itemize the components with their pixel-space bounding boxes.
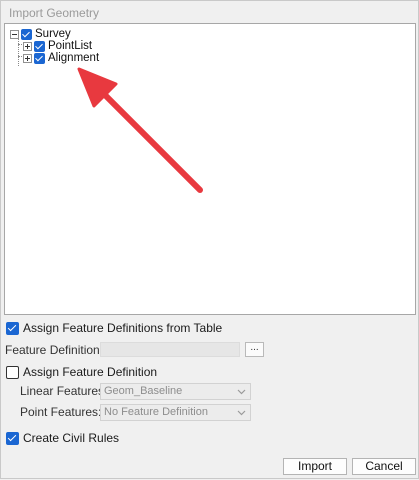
linear-features-label: Linear Features: — [20, 384, 108, 398]
assign-from-table-label: Assign Feature Definitions from Table — [23, 321, 223, 335]
browse-button[interactable]: ... — [245, 342, 264, 357]
assign-definition-label: Assign Feature Definition — [23, 365, 158, 379]
cancel-button[interactable]: Cancel — [352, 458, 416, 475]
feature-table-input[interactable] — [100, 342, 240, 357]
assign-definition-checkbox[interactable] — [6, 365, 19, 379]
chevron-down-icon — [237, 410, 246, 416]
point-features-label: Point Features: — [20, 405, 102, 419]
chevron-down-icon — [237, 389, 246, 395]
linear-features-row: Linear Features: — [20, 384, 107, 398]
linear-features-value: Geom_Baseline — [104, 385, 183, 397]
point-features-value: No Feature Definition — [104, 406, 208, 418]
assign-definition-option[interactable]: Assign Feature Definition — [6, 365, 157, 379]
point-features-row: Point Features: — [20, 405, 101, 419]
import-geometry-dialog: Import Geometry Survey PointList Alignme… — [0, 0, 419, 479]
assign-from-table-option[interactable]: Assign Feature Definitions from Table — [6, 321, 222, 335]
import-button[interactable]: Import — [283, 458, 347, 475]
point-features-select[interactable]: No Feature Definition — [100, 404, 251, 421]
civil-rules-option[interactable]: Create Civil Rules — [6, 431, 119, 445]
civil-rules-label: Create Civil Rules — [23, 431, 120, 445]
assign-from-table-checkbox[interactable] — [6, 321, 19, 335]
civil-rules-checkbox[interactable] — [6, 431, 19, 445]
linear-features-select[interactable]: Geom_Baseline — [100, 383, 251, 400]
